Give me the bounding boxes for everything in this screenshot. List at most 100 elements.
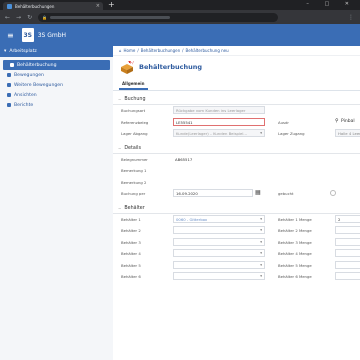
hamburger-menu-icon[interactable]: ≡ — [7, 31, 14, 40]
gebucht-label: gebucht — [278, 191, 294, 196]
referenzbeleg-input[interactable]: LE55541 — [173, 117, 265, 126]
page-title: Behälterbuchung — [139, 63, 202, 71]
sidebar-item-bewegungen[interactable]: Bewegungen — [0, 70, 113, 80]
tab-title: Behälterbuchungen — [15, 3, 55, 9]
sidebar-item-weitere-bewegungen[interactable]: Weitere Bewegungen — [0, 80, 113, 90]
behaelter-label: Behälter 4 — [121, 251, 141, 256]
tab-close-icon[interactable]: × — [96, 3, 100, 9]
browser-tab[interactable]: Behälterbuchungen × — [3, 2, 103, 10]
window-controls[interactable]: – □ ✕ — [306, 1, 356, 7]
bemerkung1-label: Bemerkung 1 — [121, 168, 147, 173]
behaelter-menge-input[interactable] — [335, 249, 360, 257]
behaelter-menge-label: Behälter 4 Menge — [278, 251, 312, 256]
browser-tab-strip: Behälterbuchungen × + – □ ✕ — [0, 0, 360, 10]
sidebar-header-arbeitsplatz[interactable]: ▾ Arbeitsplatz — [0, 46, 113, 57]
behaelter-value: 0060 - Gitterbox — [176, 216, 208, 222]
address-bar[interactable]: 🔒 — [38, 12, 279, 22]
reload-icon[interactable]: ↻ — [27, 14, 32, 21]
breadcrumb-level2: Behälterbuchung neu — [185, 48, 229, 53]
section-title: Details — [124, 145, 141, 151]
behaelter-row: Behälter 2 ▾ Behälter 2 Menge — [113, 225, 360, 237]
new-tab-button[interactable]: + — [108, 1, 115, 9]
collapse-icon: − — [118, 97, 122, 102]
buchung-per-label: Buchung per — [121, 191, 146, 196]
behaelter-select[interactable]: ▾ — [173, 272, 265, 280]
sidebar-item-label: Ansichten — [14, 92, 37, 98]
behaelter-select[interactable]: ▾ — [173, 260, 265, 269]
referenzbeleg-label: Referenzbeleg — [121, 119, 149, 125]
form-row: Referenzbeleg LE55541 Ausdr ⚲ Pinbal — [113, 117, 360, 129]
sidebar-item-label: Weitere Bewegungen — [14, 82, 64, 88]
chevron-down-icon: ▾ — [260, 274, 262, 278]
sidebar-item-behaelterbuchung[interactable]: Behälterbuchung — [3, 60, 110, 70]
pin-icon[interactable]: ⚲ — [335, 118, 339, 124]
lager-abgang-select[interactable]: Kunde(Leerlager) – Kunden Beispiel... ▾ — [173, 129, 265, 137]
behaelter-row: Behälter 6 ▾ Behälter 6 Menge — [113, 271, 360, 283]
behaelter-menge-label: Behälter 6 Menge — [278, 274, 312, 279]
behaelter-row: Behälter 4 ▾ Behälter 4 Menge — [113, 248, 360, 260]
lager-zugang-select[interactable]: Halle 4 Leer — [335, 129, 360, 137]
chevron-down-icon: ▾ — [260, 262, 262, 267]
chevron-down-icon: ▾ — [260, 131, 262, 135]
sidebar-item-label: Bewegungen — [14, 72, 44, 78]
lager-abgang-label: Lager Abgang — [121, 131, 148, 136]
calendar-icon[interactable]: ▦ — [255, 189, 261, 196]
behaelter-select[interactable]: ▾ — [173, 237, 265, 246]
belegnummer-label: Belegnummer — [121, 156, 148, 162]
sidebar-item-berichte[interactable]: Berichte — [0, 100, 113, 110]
behaelter-label: Behälter 3 — [121, 239, 141, 245]
belegnummer-value: AB65517 — [175, 156, 193, 162]
behaelter-label: Behälter 5 — [121, 262, 141, 268]
behaelter-label: Behälter 6 — [121, 274, 141, 279]
behaelter-menge-input[interactable] — [335, 237, 360, 246]
chevron-down-icon: ▾ — [260, 251, 262, 255]
gebucht-checkbox[interactable] — [330, 190, 336, 196]
forward-icon[interactable]: → — [16, 14, 21, 21]
ausdr-label: Ausdr — [278, 119, 289, 125]
back-icon[interactable]: ← — [5, 14, 10, 21]
section-buchung[interactable]: − Buchung — [113, 95, 360, 105]
sidebar-item-ansichten[interactable]: Ansichten — [0, 90, 113, 100]
behaelter-menge-label: Behälter 2 Menge — [278, 228, 312, 233]
behaelter-select[interactable]: ▾ — [173, 249, 265, 257]
behaelter-row: Behälter 5 ▾ Behälter 5 Menge — [113, 260, 360, 272]
bemerkung2-label: Bemerkung 2 — [121, 179, 147, 185]
behaelter-menge-input[interactable] — [335, 226, 360, 234]
section-details[interactable]: − Details — [113, 144, 360, 154]
behaelter-menge-label: Behälter 1 Menge — [278, 216, 312, 222]
report-icon — [7, 103, 11, 107]
breadcrumb-separator: / — [137, 48, 139, 53]
address-text-blurred — [50, 15, 171, 19]
section-title: Behälter — [124, 205, 145, 211]
company-logo: 3S — [21, 28, 34, 42]
chevron-down-icon: ▾ — [260, 239, 262, 244]
behaelter-select[interactable]: ▾ — [173, 226, 265, 234]
tab-allgemein[interactable]: Allgemein — [119, 81, 148, 90]
behaelter-row: Behälter 1 0060 - Gitterbox ▾ Behälter 1… — [113, 214, 360, 226]
buchung-per-input[interactable]: 16.09.2020 — [173, 189, 253, 197]
breadcrumb-level1[interactable]: Behälterbuchungen — [141, 48, 180, 53]
tab-bar: Allgemein — [113, 78, 360, 91]
document-icon — [10, 63, 14, 67]
breadcrumb-separator: / — [182, 48, 184, 53]
browser-toolbar: ← → ↻ 🔒 ⋮ — [0, 10, 360, 24]
chevron-down-icon: ▾ — [260, 228, 262, 232]
behaelter-select[interactable]: 0060 - Gitterbox ▾ — [173, 214, 265, 223]
breadcrumb: ⌂ Home / Behälterbuchungen / Behälterbuc… — [113, 46, 360, 56]
form-row: Belegnummer AB65517 — [113, 154, 360, 166]
buchungsart-label: Buchungsart — [121, 108, 146, 113]
collapse-icon: − — [118, 145, 122, 151]
section-title: Buchung — [124, 97, 146, 102]
behaelter-menge-input[interactable] — [335, 260, 360, 269]
behaelter-menge-label: Behälter 3 Menge — [278, 239, 312, 245]
browser-menu-icon[interactable]: ⋮ — [348, 14, 354, 21]
form-row: Bemerkung 1 — [113, 165, 360, 177]
section-behaelter[interactable]: − Behälter — [113, 204, 360, 214]
behaelter-menge-input[interactable]: 2 — [335, 214, 360, 223]
behaelter-menge-input[interactable] — [335, 272, 360, 280]
svg-text:+/-: +/- — [129, 61, 134, 65]
breadcrumb-home[interactable]: Home — [124, 48, 136, 53]
form-row: Buchungsart Rückgabe vom Kunden ins Leer… — [113, 105, 360, 117]
chevron-down-icon: ▾ — [260, 216, 262, 221]
collapse-icon: − — [118, 205, 122, 211]
